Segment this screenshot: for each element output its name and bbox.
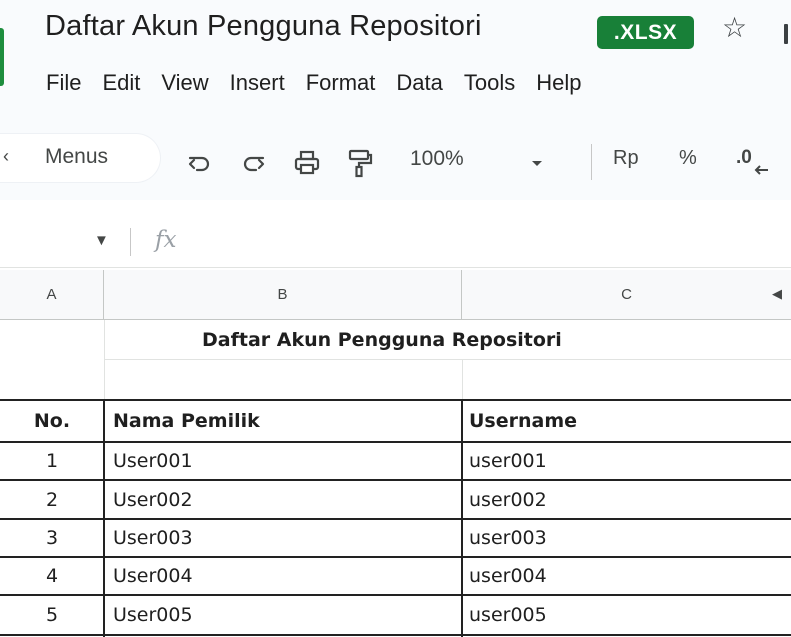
cell-nama-pemilik[interactable]: User004 bbox=[104, 557, 462, 595]
column-header-b[interactable]: B bbox=[104, 270, 462, 320]
column-header-c[interactable]: C bbox=[462, 270, 791, 320]
header-cell-no[interactable]: No. bbox=[0, 400, 104, 442]
paint-format-icon[interactable] bbox=[344, 148, 374, 178]
cell-nama-pemilik[interactable]: User005 bbox=[104, 595, 462, 635]
table-row: 3 User003 user003 bbox=[0, 519, 791, 557]
table-row: 2 User002 user002 bbox=[0, 480, 791, 519]
cell-username[interactable]: user004 bbox=[462, 557, 791, 595]
formula-bar-divider bbox=[130, 228, 131, 256]
chevron-down-icon[interactable] bbox=[527, 153, 547, 173]
cell-nama-pemilik[interactable]: User002 bbox=[104, 480, 462, 519]
table-border bbox=[0, 441, 791, 443]
table-header-row: No. Nama Pemilik Username bbox=[0, 400, 791, 442]
cell-no[interactable]: 1 bbox=[0, 442, 104, 480]
cell-no[interactable]: 5 bbox=[0, 595, 104, 635]
cell-username[interactable]: user003 bbox=[462, 519, 791, 557]
scroll-left-icon[interactable]: ◀ bbox=[772, 286, 782, 302]
cell-username[interactable]: user001 bbox=[462, 442, 791, 480]
cell-no[interactable]: 3 bbox=[0, 519, 104, 557]
title-bar: Daftar Akun Pengguna Repositori .XLSX ☆ … bbox=[0, 0, 791, 118]
zoom-select[interactable]: 100% bbox=[410, 147, 464, 171]
table-border bbox=[0, 479, 791, 481]
table-row: 5 User005 user005 bbox=[0, 595, 791, 635]
currency-format-button[interactable]: Rp bbox=[613, 147, 639, 170]
menu-file[interactable]: File bbox=[46, 66, 81, 100]
table-row: 1 User001 user001 bbox=[0, 442, 791, 480]
table-border bbox=[461, 399, 463, 637]
cell-nama-pemilik[interactable]: User003 bbox=[104, 519, 462, 557]
cell-username[interactable]: user002 bbox=[462, 480, 791, 519]
document-title[interactable]: Daftar Akun Pengguna Repositori bbox=[45, 10, 482, 43]
cell-no[interactable]: 4 bbox=[0, 557, 104, 595]
menu-edit[interactable]: Edit bbox=[102, 66, 140, 100]
menu-data[interactable]: Data bbox=[396, 66, 442, 100]
table-border bbox=[0, 556, 791, 558]
formula-bar: ▼ fx bbox=[0, 218, 791, 268]
star-icon[interactable]: ☆ bbox=[722, 14, 747, 42]
search-menus-label: Menus bbox=[45, 145, 109, 168]
toolbar: ‹ Menus 100% Rp % .0 bbox=[0, 118, 791, 200]
menu-insert[interactable]: Insert bbox=[230, 66, 285, 100]
table-row: 4 User004 user004 bbox=[0, 557, 791, 595]
table-border bbox=[0, 634, 791, 636]
column-header-a[interactable]: A bbox=[0, 270, 104, 320]
table-border bbox=[0, 399, 791, 401]
grid-line bbox=[462, 360, 463, 400]
arrow-left-icon bbox=[754, 165, 768, 175]
menu-help[interactable]: Help bbox=[536, 66, 581, 100]
table-border bbox=[0, 594, 791, 596]
menu-format[interactable]: Format bbox=[306, 66, 376, 100]
menu-tools[interactable]: Tools bbox=[464, 66, 515, 100]
fx-icon: fx bbox=[155, 227, 177, 253]
cell-username[interactable]: user005 bbox=[462, 595, 791, 635]
percent-format-button[interactable]: % bbox=[679, 147, 697, 170]
print-icon[interactable] bbox=[292, 148, 322, 178]
redo-icon[interactable] bbox=[238, 148, 268, 178]
header-cell-username[interactable]: Username bbox=[462, 400, 791, 442]
move-icon[interactable] bbox=[784, 24, 788, 44]
sheet-title-cell[interactable]: Daftar Akun Pengguna Repositori bbox=[104, 320, 791, 360]
menu-view[interactable]: View bbox=[161, 66, 208, 100]
decrease-decimal-button[interactable]: .0 bbox=[736, 147, 752, 169]
menu-bar: File Edit View Insert Format Data Tools … bbox=[46, 66, 602, 100]
header-cell-nama-pemilik[interactable]: Nama Pemilik bbox=[104, 400, 462, 442]
file-type-badge: .XLSX bbox=[597, 16, 694, 49]
cell-nama-pemilik[interactable]: User001 bbox=[104, 442, 462, 480]
table-border bbox=[0, 518, 791, 520]
search-icon: ‹ bbox=[3, 146, 9, 166]
sheets-logo-edge bbox=[0, 28, 4, 86]
cell-no[interactable]: 2 bbox=[0, 480, 104, 519]
table-border bbox=[103, 399, 105, 637]
undo-icon[interactable] bbox=[185, 148, 215, 178]
toolbar-divider bbox=[591, 144, 592, 180]
name-box-dropdown-icon[interactable]: ▼ bbox=[94, 232, 109, 249]
